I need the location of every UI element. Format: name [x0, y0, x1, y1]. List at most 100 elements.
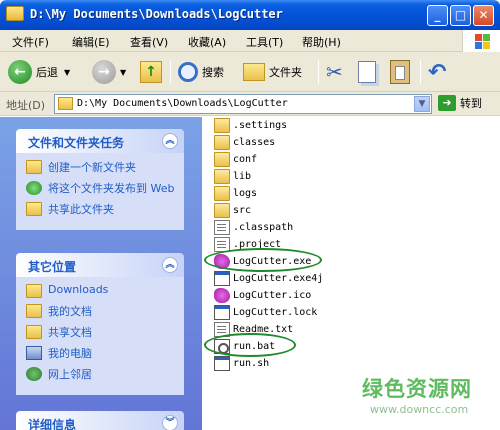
- copy-icon: [358, 61, 376, 83]
- menu-help[interactable]: 帮助(H): [302, 34, 341, 50]
- maximize-button[interactable]: □: [450, 5, 471, 26]
- collapse-icon[interactable]: ︽: [162, 133, 178, 149]
- menu-edit[interactable]: 编辑(E): [72, 34, 110, 50]
- list-item[interactable]: logs: [214, 185, 257, 202]
- cut-button[interactable]: ✂: [326, 56, 343, 88]
- place-my-documents[interactable]: 我的文档: [26, 303, 176, 319]
- menu-favorites[interactable]: 收藏(A): [188, 34, 226, 50]
- undo-icon: ↶: [428, 59, 447, 85]
- task-new-folder[interactable]: 创建一个新文件夹: [26, 159, 176, 175]
- back-label: 后退: [36, 66, 58, 79]
- chevron-down-icon: ▼: [64, 67, 71, 77]
- file-name: LogCutter.exe4j: [233, 273, 324, 284]
- close-button[interactable]: ✕: [473, 5, 494, 26]
- window-title: D:\My Documents\Downloads\LogCutter: [30, 7, 283, 21]
- expand-icon[interactable]: ︾: [162, 415, 178, 430]
- application-file-icon: [214, 271, 230, 286]
- list-item[interactable]: classes: [214, 134, 275, 151]
- address-input[interactable]: D:\My Documents\Downloads\LogCutter ▼: [54, 94, 432, 114]
- folder-icon: [214, 169, 230, 184]
- list-item[interactable]: src: [214, 202, 251, 219]
- toolbar-divider: [170, 60, 171, 84]
- task-publish-web[interactable]: 将这个文件夹发布到 Web: [26, 180, 176, 196]
- folders-icon: [243, 63, 265, 81]
- file-name: conf: [233, 154, 258, 165]
- list-item[interactable]: run.sh: [214, 355, 269, 372]
- logcutter-app-icon: [214, 288, 230, 303]
- place-downloads[interactable]: Downloads: [26, 283, 176, 298]
- task-share-folder[interactable]: 共享此文件夹: [26, 201, 176, 217]
- search-button[interactable]: 搜索: [178, 56, 224, 88]
- folder-app-icon: [6, 6, 24, 21]
- folder-icon: [58, 97, 73, 110]
- chevron-down-icon: ▼: [120, 67, 127, 77]
- title-bar: D:\My Documents\Downloads\LogCutter _ □ …: [0, 0, 500, 30]
- highlight-ellipse: [204, 248, 322, 272]
- application-file-icon: [214, 356, 230, 371]
- forward-button[interactable]: → ▼: [92, 56, 126, 88]
- place-label: 网上邻居: [48, 368, 92, 381]
- place-network[interactable]: 网上邻居: [26, 366, 176, 382]
- list-item[interactable]: lib: [214, 168, 251, 185]
- scissors-icon: ✂: [326, 60, 343, 84]
- address-label: 地址(D): [6, 99, 46, 112]
- list-item[interactable]: LogCutter.exe4j: [214, 270, 323, 287]
- menu-file[interactable]: 文件(F): [12, 34, 49, 50]
- folders-button[interactable]: 文件夹: [243, 56, 302, 88]
- highlight-ellipse: [204, 333, 296, 357]
- paste-button[interactable]: [390, 56, 410, 88]
- menu-tools[interactable]: 工具(T): [246, 34, 283, 50]
- paste-icon: [390, 60, 410, 84]
- list-item[interactable]: conf: [214, 151, 257, 168]
- task-pane: 文件和文件夹任务 ︽ 创建一个新文件夹 将这个文件夹发布到 Web 共享此文件夹…: [0, 117, 202, 430]
- undo-button[interactable]: ↶: [428, 56, 446, 88]
- share-folder-icon: [26, 202, 42, 216]
- place-shared-documents[interactable]: 共享文档: [26, 324, 176, 340]
- list-item[interactable]: .settings: [214, 117, 287, 134]
- file-folder-tasks-panel: 文件和文件夹任务 ︽ 创建一个新文件夹 将这个文件夹发布到 Web 共享此文件夹: [16, 129, 184, 230]
- go-arrow-icon: ➜: [438, 95, 456, 111]
- search-icon: [178, 62, 198, 82]
- application-file-icon: [214, 305, 230, 320]
- up-folder-button[interactable]: ↑: [140, 56, 162, 88]
- address-dropdown-button[interactable]: ▼: [414, 96, 430, 112]
- panel-body: Downloads 我的文档 共享文档 我的电脑 网上邻居: [16, 277, 184, 395]
- panel-body: 创建一个新文件夹 将这个文件夹发布到 Web 共享此文件夹: [16, 153, 184, 230]
- go-label: 转到: [460, 97, 482, 110]
- panel-title: 其它位置: [28, 260, 77, 274]
- panel-header[interactable]: 详细信息 ︾: [16, 411, 184, 430]
- go-button[interactable]: ➜ 转到: [438, 95, 482, 111]
- list-item[interactable]: LogCutter.lock: [214, 304, 317, 321]
- file-name: .classpath: [233, 222, 294, 233]
- details-panel: 详细信息 ︾: [16, 411, 184, 430]
- list-item[interactable]: LogCutter.ico: [214, 287, 311, 304]
- computer-icon: [26, 346, 42, 360]
- copy-button[interactable]: [358, 56, 376, 88]
- folder-icon: [26, 284, 42, 298]
- place-my-computer[interactable]: 我的电脑: [26, 345, 176, 361]
- place-label: 我的电脑: [48, 347, 92, 360]
- file-name: src: [233, 205, 252, 216]
- forward-arrow-icon: →: [92, 60, 116, 84]
- file-name: .settings: [233, 120, 288, 131]
- folder-icon: [214, 135, 230, 150]
- panel-header[interactable]: 其它位置 ︽: [16, 253, 184, 277]
- new-folder-icon: [26, 160, 42, 174]
- folders-label: 文件夹: [269, 66, 302, 79]
- menu-view[interactable]: 查看(V): [130, 34, 168, 50]
- menu-bar: 文件(F) 编辑(E) 查看(V) 收藏(A) 工具(T) 帮助(H): [0, 30, 500, 52]
- place-label: Downloads: [48, 283, 109, 296]
- minimize-button[interactable]: _: [427, 5, 448, 26]
- panel-title: 详细信息: [28, 418, 77, 430]
- panel-header[interactable]: 文件和文件夹任务 ︽: [16, 129, 184, 153]
- list-item[interactable]: .classpath: [214, 219, 293, 236]
- collapse-icon[interactable]: ︽: [162, 257, 178, 273]
- address-value: D:\My Documents\Downloads\LogCutter: [77, 98, 288, 109]
- task-label: 将这个文件夹发布到 Web: [48, 182, 175, 195]
- toolbar: ← 后退 ▼ → ▼ ↑ 搜索 文件夹 ✂ ↶: [0, 52, 500, 92]
- document-icon: [214, 220, 230, 235]
- windows-logo-icon: [462, 30, 500, 52]
- file-name: LogCutter.lock: [233, 307, 318, 318]
- folder-icon: [214, 186, 230, 201]
- back-button[interactable]: ← 后退 ▼: [8, 56, 70, 88]
